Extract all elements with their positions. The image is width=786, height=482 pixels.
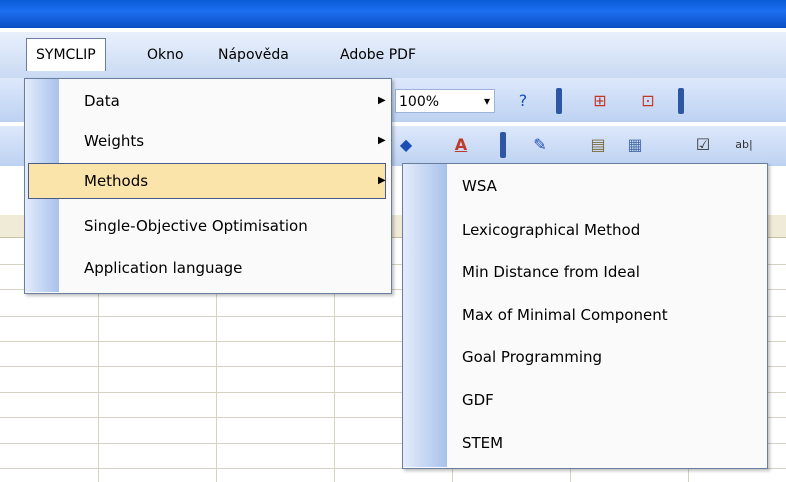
view-code-icon[interactable]: ▦ <box>624 134 646 156</box>
menu-symclip[interactable]: SYMCLIP <box>26 38 106 71</box>
menu-item-weights-label: Weights <box>84 132 145 150</box>
menu-okno-label: Okno <box>147 47 184 63</box>
font-color-icon[interactable]: A <box>450 134 472 156</box>
menu-item-data[interactable] <box>25 81 390 121</box>
checkbox-control-icon[interactable]: ☑ <box>692 134 714 156</box>
design-mode-icon[interactable]: ✎ <box>529 134 551 156</box>
fill-color-icon[interactable]: ◆ <box>395 134 417 156</box>
pdf-toolbar-options-icon[interactable] <box>678 88 684 114</box>
submenu-item-gdf[interactable]: GDF <box>462 378 494 422</box>
submenu-arrow-icon: ▶ <box>378 95 386 106</box>
menu-adobe-pdf-label: Adobe PDF <box>340 47 417 63</box>
submenu-item-lexicographical-method[interactable]: Lexicographical Method <box>462 208 640 252</box>
pdf-convert-icon[interactable]: ⊞ <box>589 90 611 112</box>
menu-symclip-label: SYMCLIP <box>36 47 96 63</box>
menu-item-weights[interactable] <box>25 121 390 161</box>
properties-icon[interactable]: ▤ <box>587 134 609 156</box>
menu-adobe-pdf[interactable]: Adobe PDF <box>330 40 426 70</box>
submenu-item-stem[interactable]: STEM <box>462 421 503 465</box>
zoom-value: 100% <box>399 94 440 110</box>
menu-item-data-label: Data <box>84 92 120 110</box>
textbox-control-icon[interactable]: ab| <box>733 134 755 156</box>
title-bar <box>0 0 786 28</box>
zoom-dropdown-icon[interactable]: ▾ <box>478 89 496 113</box>
submenu-item-min-distance-from-ideal[interactable]: Min Distance from Ideal <box>462 250 640 294</box>
toolbar-options-icon[interactable] <box>556 88 562 114</box>
menu-item-methods-label: Methods <box>84 172 149 190</box>
menu-item-application-language-label: Application language <box>84 259 243 277</box>
submenu-icon-strip <box>403 164 447 467</box>
submenu-item-max-of-minimal-component[interactable]: Max of Minimal Component <box>462 293 668 337</box>
submenu-arrow-icon: ▶ <box>378 175 386 186</box>
pdf-email-icon[interactable]: ⊡ <box>637 90 659 112</box>
formatting-options-icon[interactable] <box>500 132 506 158</box>
menu-napoveda[interactable]: Nápověda <box>208 40 299 70</box>
submenu-item-wsa[interactable]: WSA <box>462 164 497 208</box>
help-icon[interactable]: ? <box>512 90 534 112</box>
submenu-arrow-icon: ▶ <box>378 135 386 146</box>
menu-item-methods[interactable] <box>25 161 390 201</box>
menu-item-single-objective-label: Single-Objective Optimisation <box>84 217 308 235</box>
menu-napoveda-label: Nápověda <box>218 47 289 63</box>
submenu-item-goal-programming[interactable]: Goal Programming <box>462 335 602 379</box>
menu-okno[interactable]: Okno <box>137 40 194 70</box>
